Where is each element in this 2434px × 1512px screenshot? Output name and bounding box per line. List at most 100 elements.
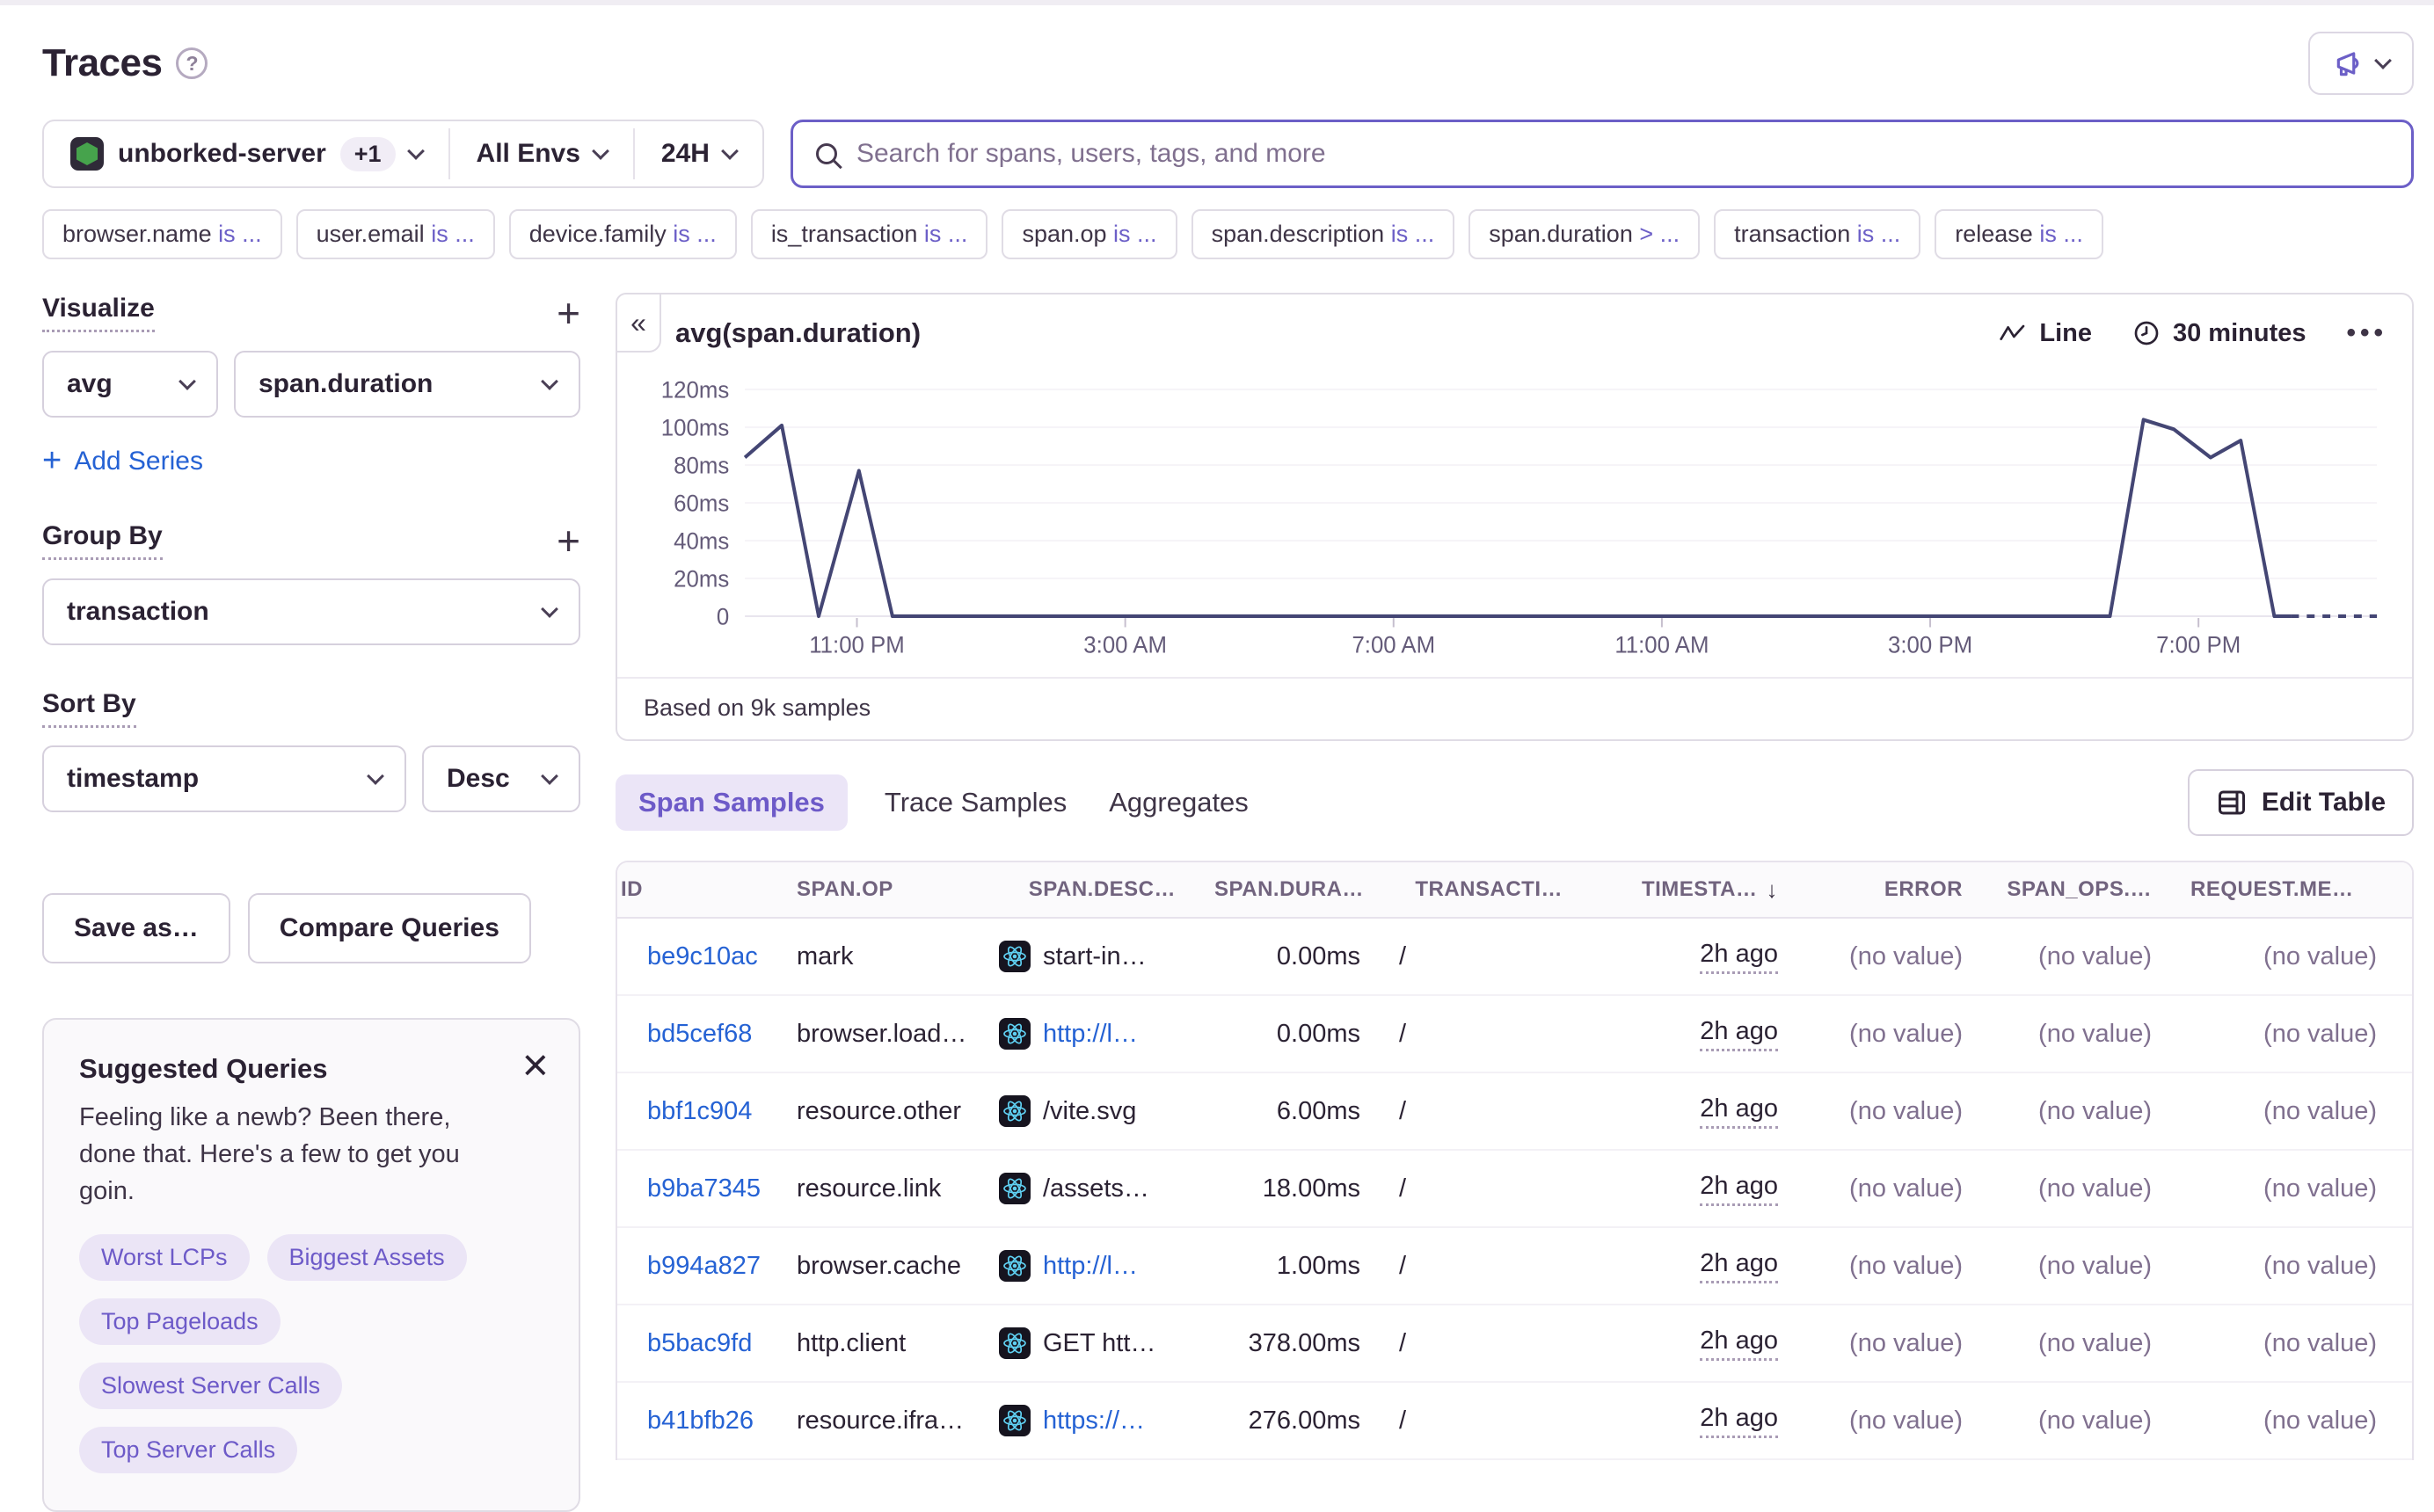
close-icon[interactable]: × — [522, 1043, 549, 1088]
save-as-button[interactable]: Save as… — [42, 893, 230, 963]
filter-chip[interactable]: browser.name is ... — [42, 209, 282, 259]
timestamp-value[interactable]: 2h ago — [1700, 1404, 1778, 1438]
line-chart-icon — [1999, 322, 2027, 345]
column-header[interactable]: SPAN.DURA… ↓ — [1211, 877, 1396, 902]
duration-chart[interactable]: 120ms100ms80ms60ms40ms20ms011:00 PM3:00 … — [642, 358, 2387, 665]
help-icon[interactable]: ? — [176, 47, 208, 79]
sort-direction-select[interactable]: Desc — [422, 745, 580, 812]
span-id-link[interactable]: b9ba7345 — [617, 1174, 793, 1203]
column-header[interactable]: ERROR ↓ — [1813, 877, 1998, 902]
column-header[interactable]: SPAN.DESC… ↓ — [995, 877, 1211, 902]
svg-text:11:00 PM: 11:00 PM — [809, 631, 905, 658]
span-description-text[interactable]: start-in… — [1043, 942, 1147, 971]
results-tab[interactable]: Trace Samples — [879, 774, 1072, 831]
chevron-down-icon — [407, 142, 425, 160]
add-visualize-button[interactable]: + — [557, 293, 580, 333]
span-duration-cell: 1.00ms — [1211, 1252, 1396, 1281]
span-op-cell: browser.cache — [793, 1252, 995, 1281]
aggregate-select[interactable]: avg — [42, 351, 218, 418]
span-id-link[interactable]: be9c10ac — [617, 942, 793, 971]
suggested-query-chip[interactable]: Slowest Server Calls — [79, 1363, 342, 1409]
chevron-down-icon — [721, 142, 739, 160]
span-op-cell: http.client — [793, 1329, 995, 1358]
svg-text:100ms: 100ms — [661, 414, 729, 441]
span-op-cell: mark — [793, 942, 995, 971]
filter-chip[interactable]: release is ... — [1935, 209, 2103, 259]
table-icon — [2216, 787, 2248, 818]
clock-icon — [2132, 319, 2161, 347]
timestamp-value[interactable]: 2h ago — [1700, 1172, 1778, 1206]
span-description-text[interactable]: /vite.svg — [1043, 1097, 1136, 1126]
date-range-filter[interactable]: 24H — [635, 121, 762, 186]
column-header[interactable]: ID ↓ — [617, 877, 793, 902]
add-series-button[interactable]: + Add Series — [42, 442, 580, 480]
column-header[interactable]: TIMESTA… ↓ — [1598, 876, 1813, 904]
suggested-query-chip[interactable]: Top Server Calls — [79, 1427, 297, 1473]
request-method-cell: (no value) — [2187, 1252, 2412, 1281]
span-description-text[interactable]: GET htt… — [1043, 1329, 1155, 1358]
edit-table-button[interactable]: Edit Table — [2188, 769, 2414, 836]
suggested-query-chip[interactable]: Worst LCPs — [79, 1234, 250, 1281]
filter-chip[interactable]: is_transaction is ... — [751, 209, 988, 259]
results-tab[interactable]: Span Samples — [616, 774, 848, 831]
span-id-link[interactable]: b5bac9fd — [617, 1329, 793, 1358]
span-description-cell: start-in… — [995, 941, 1211, 972]
span-description-text[interactable]: http://l… — [1043, 1252, 1138, 1281]
filter-chip[interactable]: user.email is ... — [296, 209, 495, 259]
timestamp-value[interactable]: 2h ago — [1700, 1249, 1778, 1283]
timestamp-value[interactable]: 2h ago — [1700, 1017, 1778, 1051]
chart-type-toggle[interactable]: Line — [1999, 319, 2092, 348]
timestamp-value[interactable]: 2h ago — [1700, 1094, 1778, 1129]
collapse-sidebar-button[interactable]: « — [616, 293, 661, 353]
project-avatar — [70, 137, 104, 171]
transaction-cell: / — [1396, 1252, 1598, 1281]
react-project-icon — [999, 1327, 1031, 1359]
timestamp-value[interactable]: 2h ago — [1700, 1327, 1778, 1361]
span-duration-cell: 18.00ms — [1211, 1174, 1396, 1203]
table-row: b994a827 browser.cache — [617, 1228, 2412, 1305]
span-description-text[interactable]: /assets… — [1043, 1174, 1149, 1203]
chevron-down-icon — [541, 373, 558, 390]
span-ops-cell: (no value) — [1998, 1020, 2187, 1049]
filter-chip[interactable]: transaction is ... — [1714, 209, 1920, 259]
chart-menu-button[interactable]: ••• — [2346, 318, 2387, 348]
search-input[interactable] — [855, 138, 2388, 170]
column-header[interactable]: REQUEST.ME… ↓ — [2187, 877, 2412, 902]
sort-field-select[interactable]: timestamp — [42, 745, 406, 812]
svg-text:80ms: 80ms — [674, 452, 729, 479]
span-id-link[interactable]: b994a827 — [617, 1252, 793, 1281]
add-group-by-button[interactable]: + — [557, 520, 580, 561]
error-cell: (no value) — [1813, 1097, 1998, 1126]
group-by-select[interactable]: transaction — [42, 578, 580, 645]
environment-filter[interactable]: All Envs — [450, 121, 633, 186]
field-select[interactable]: span.duration — [234, 351, 580, 418]
compare-queries-button[interactable]: Compare Queries — [248, 893, 531, 963]
timestamp-cell: 2h ago — [1598, 1327, 1813, 1361]
chart-interval-select[interactable]: 30 minutes — [2132, 319, 2306, 348]
span-id-link[interactable]: bbf1c904 — [617, 1097, 793, 1126]
timestamp-value[interactable]: 2h ago — [1700, 940, 1778, 974]
svg-text:40ms: 40ms — [674, 527, 729, 555]
filter-chip[interactable]: device.family is ... — [509, 209, 737, 259]
filter-chip[interactable]: span.op is ... — [1002, 209, 1177, 259]
error-cell: (no value) — [1813, 1252, 1998, 1281]
suggested-query-chip[interactable]: Biggest Assets — [267, 1234, 467, 1281]
results-tab[interactable]: Aggregates — [1104, 774, 1254, 831]
span-id-link[interactable]: b41bfb26 — [617, 1407, 793, 1436]
whats-new-button[interactable] — [2308, 32, 2414, 95]
span-description-text[interactable]: http://l… — [1043, 1020, 1138, 1049]
timestamp-cell: 2h ago — [1598, 1172, 1813, 1206]
group-by-heading: Group By — [42, 521, 163, 560]
suggested-query-chip[interactable]: Top Pageloads — [79, 1298, 281, 1345]
filter-chip[interactable]: span.description is ... — [1191, 209, 1455, 259]
column-header[interactable]: TRANSACTI… ↓ — [1396, 877, 1598, 902]
column-header[interactable]: SPAN.OP ↓ — [793, 877, 995, 902]
column-header[interactable]: SPAN_OPS.… ↓ — [1998, 877, 2187, 902]
filter-chip[interactable]: span.duration > ... — [1468, 209, 1700, 259]
span-duration-cell: 276.00ms — [1211, 1407, 1396, 1436]
span-id-link[interactable]: bd5cef68 — [617, 1020, 793, 1049]
chevron-down-icon — [541, 600, 558, 618]
error-cell: (no value) — [1813, 942, 1998, 971]
span-description-text[interactable]: https://… — [1043, 1407, 1145, 1436]
project-filter[interactable]: unborked-server +1 — [44, 121, 448, 186]
